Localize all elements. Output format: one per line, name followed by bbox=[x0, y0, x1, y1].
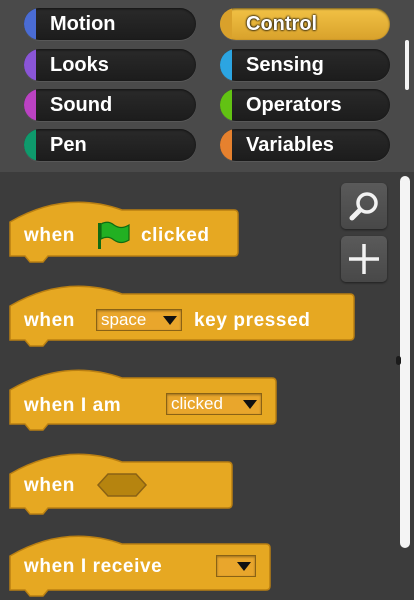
category-swatch bbox=[220, 129, 232, 161]
block-text-when: when bbox=[24, 225, 75, 246]
category-label: Control bbox=[246, 13, 318, 35]
category-label: Variables bbox=[246, 134, 334, 156]
category-operators-button[interactable]: Operators bbox=[220, 89, 390, 121]
category-sound-button[interactable]: Sound bbox=[24, 89, 196, 121]
message-dropdown[interactable] bbox=[216, 555, 256, 577]
block-text-when-i-am: when I am bbox=[24, 395, 122, 416]
when-key-pressed-block[interactable]: when space key pressed bbox=[9, 285, 356, 348]
category-control-button[interactable]: Control bbox=[220, 8, 390, 40]
search-icon bbox=[349, 192, 378, 221]
block-text-clicked: clicked bbox=[141, 225, 210, 246]
sprite-event-dropdown[interactable]: clicked bbox=[166, 393, 262, 415]
scrollbar-handle[interactable] bbox=[396, 356, 401, 365]
category-swatch bbox=[220, 8, 232, 40]
category-label: Motion bbox=[50, 13, 116, 35]
dropdown-arrow-icon bbox=[243, 400, 257, 409]
category-swatch bbox=[220, 89, 232, 121]
dropdown-arrow-icon bbox=[163, 316, 177, 325]
category-label: Operators bbox=[246, 94, 342, 116]
category-swatch bbox=[24, 8, 36, 40]
category-variables-button[interactable]: Variables bbox=[220, 129, 390, 161]
category-motion-button[interactable]: Motion bbox=[24, 8, 196, 40]
category-looks-button[interactable]: Looks bbox=[24, 49, 196, 81]
category-swatch bbox=[24, 129, 36, 161]
plus-icon bbox=[349, 244, 379, 274]
boolean-slot[interactable] bbox=[96, 473, 148, 497]
category-selector: Motion Control Looks Sensing Sound Opera… bbox=[0, 0, 414, 172]
category-label: Sound bbox=[50, 94, 113, 116]
sprite-event-dropdown-value: clicked bbox=[171, 394, 223, 413]
when-flag-clicked-block[interactable]: when clicked bbox=[9, 201, 240, 264]
key-dropdown-value: space bbox=[101, 310, 147, 329]
category-label: Pen bbox=[50, 134, 87, 156]
category-label: Sensing bbox=[246, 54, 324, 76]
category-swatch bbox=[220, 49, 232, 81]
block-text-when: when bbox=[24, 310, 75, 331]
search-blocks-button[interactable] bbox=[341, 183, 387, 229]
block-text-key-pressed: key pressed bbox=[194, 310, 311, 331]
category-pen-button[interactable]: Pen bbox=[24, 129, 196, 161]
key-dropdown[interactable]: space bbox=[96, 309, 182, 331]
green-flag-icon bbox=[94, 220, 134, 252]
category-sensing-button[interactable]: Sensing bbox=[220, 49, 390, 81]
dropdown-arrow-icon bbox=[237, 562, 251, 571]
when-i-receive-block[interactable]: when I receive bbox=[9, 535, 276, 598]
when-i-am-clicked-block[interactable]: when I am clicked bbox=[9, 369, 280, 432]
block-text-when-i-receive: when I receive bbox=[24, 556, 163, 577]
when-condition-block[interactable]: when bbox=[9, 453, 236, 516]
palette-scrollbar[interactable] bbox=[396, 176, 410, 548]
category-swatch bbox=[24, 89, 36, 121]
block-text-when: when bbox=[24, 475, 75, 496]
category-swatch bbox=[24, 49, 36, 81]
block-palette: when clicked when space key pressed when… bbox=[0, 172, 414, 600]
add-button[interactable] bbox=[341, 236, 387, 282]
category-scrollbar[interactable] bbox=[405, 40, 409, 90]
category-label: Looks bbox=[50, 54, 109, 76]
